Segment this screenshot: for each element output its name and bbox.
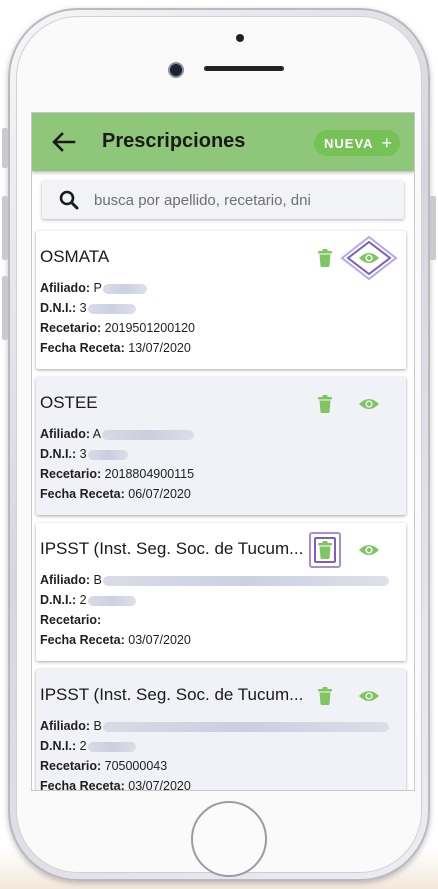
- afiliado-row: Afiliado: P: [40, 281, 147, 295]
- afiliado-value: B: [93, 719, 102, 733]
- phone-side-button: [2, 276, 8, 340]
- proximity-sensor: [236, 34, 244, 42]
- fecha-value: 03/07/2020: [128, 779, 191, 790]
- new-button-label: NUEVA: [324, 135, 374, 151]
- redacted-text: [87, 303, 136, 314]
- recetario-label: Recetario:: [40, 467, 102, 481]
- app-screen: Prescripciones NUEVA + OSMATA: [32, 113, 414, 790]
- afiliado-value: A: [92, 427, 102, 441]
- app-bar: Prescripciones NUEVA +: [32, 113, 414, 171]
- trash-icon[interactable]: [317, 541, 333, 559]
- prescription-card[interactable]: OSMATA Afiliado: P D.N.I.: 3 Recetario: …: [36, 231, 406, 369]
- fecha-value: 03/07/2020: [128, 633, 191, 647]
- redacted-text: [102, 283, 147, 294]
- afiliado-label: Afiliado:: [40, 281, 90, 295]
- prescription-card[interactable]: IPSST (Inst. Seg. Soc. de Tucum... Afili…: [36, 669, 406, 790]
- fecha-label: Fecha Receta:: [40, 341, 125, 355]
- prescription-card[interactable]: IPSST (Inst. Seg. Soc. de Tucum... Afili…: [36, 523, 406, 661]
- trash-icon[interactable]: [317, 249, 333, 267]
- fecha-label: Fecha Receta:: [40, 487, 125, 501]
- eye-icon[interactable]: [358, 397, 380, 411]
- dni-value: 2: [79, 593, 87, 607]
- eye-icon[interactable]: [358, 251, 380, 265]
- dni-label: D.N.I.:: [40, 593, 77, 607]
- back-arrow-icon[interactable]: [50, 130, 76, 154]
- dni-row: D.N.I.: 3: [40, 447, 128, 461]
- afiliado-value: B: [93, 573, 102, 587]
- afiliado-row: Afiliado: B: [40, 719, 389, 733]
- page-title: Prescripciones: [102, 130, 246, 152]
- afiliado-label: Afiliado:: [40, 719, 90, 733]
- fecha-row: Fecha Receta: 13/07/2020: [40, 341, 191, 355]
- dni-label: D.N.I.:: [40, 739, 77, 753]
- card-insurer-name: OSMATA: [40, 247, 110, 266]
- eye-icon[interactable]: [358, 689, 380, 703]
- fecha-row: Fecha Receta: 03/07/2020: [40, 633, 191, 647]
- recetario-value: 705000043: [104, 759, 168, 773]
- plus-icon: +: [381, 132, 393, 153]
- phone-side-button: [2, 196, 8, 260]
- recetario-value: 2019501200120: [104, 321, 195, 335]
- redacted-text: [102, 429, 195, 440]
- dni-value: 2: [79, 739, 87, 753]
- fecha-value: 13/07/2020: [128, 341, 191, 355]
- afiliado-value: P: [93, 281, 102, 295]
- trash-icon[interactable]: [317, 687, 333, 705]
- afiliado-label: Afiliado:: [40, 427, 90, 441]
- earpiece-speaker: [204, 66, 284, 71]
- recetario-label: Recetario:: [40, 759, 102, 773]
- search-icon: [59, 190, 79, 210]
- trash-icon[interactable]: [317, 395, 333, 413]
- dni-value: 3: [79, 447, 87, 461]
- fecha-row: Fecha Receta: 06/07/2020: [40, 487, 191, 501]
- dni-label: D.N.I.:: [40, 301, 77, 315]
- afiliado-row: Afiliado: B: [40, 573, 389, 587]
- dni-row: D.N.I.: 3: [40, 301, 136, 315]
- dni-value: 3: [79, 301, 87, 315]
- search-input[interactable]: [92, 190, 386, 210]
- afiliado-label: Afiliado:: [40, 573, 90, 587]
- recetario-label: Recetario:: [40, 613, 102, 627]
- dni-row: D.N.I.: 2: [40, 739, 136, 753]
- new-prescription-button[interactable]: NUEVA +: [314, 130, 400, 156]
- recetario-row: Recetario: 2019501200120: [40, 321, 195, 335]
- dni-row: D.N.I.: 2: [40, 593, 136, 607]
- redacted-text: [87, 595, 136, 606]
- dni-label: D.N.I.:: [40, 447, 77, 461]
- fecha-label: Fecha Receta:: [40, 633, 125, 647]
- eye-icon[interactable]: [358, 543, 380, 557]
- front-camera: [170, 64, 182, 76]
- redacted-text: [102, 721, 389, 732]
- afiliado-row: Afiliado: A: [40, 427, 195, 441]
- redacted-text: [87, 449, 128, 460]
- recetario-value: 2018804900115: [104, 467, 195, 481]
- fecha-row: Fecha Receta: 03/07/2020: [40, 779, 191, 790]
- recetario-row: Recetario:: [40, 613, 101, 627]
- recetario-row: Recetario: 2018804900115: [40, 467, 194, 481]
- card-insurer-name: IPSST (Inst. Seg. Soc. de Tucum...: [40, 539, 304, 558]
- home-button[interactable]: [191, 801, 267, 877]
- search-bar[interactable]: [42, 181, 404, 219]
- fecha-value: 06/07/2020: [128, 487, 191, 501]
- card-insurer-name: IPSST (Inst. Seg. Soc. de Tucum...: [40, 685, 304, 704]
- phone-power-button: [430, 196, 436, 260]
- phone-side-button: [2, 128, 8, 168]
- prescription-card[interactable]: OSTEE Afiliado: A D.N.I.: 3 Recetario: 2…: [36, 377, 406, 515]
- fecha-label: Fecha Receta:: [40, 779, 125, 790]
- redacted-text: [102, 575, 389, 586]
- recetario-row: Recetario: 705000043: [40, 759, 167, 773]
- card-insurer-name: OSTEE: [40, 393, 98, 412]
- recetario-label: Recetario:: [40, 321, 102, 335]
- redacted-text: [87, 741, 136, 752]
